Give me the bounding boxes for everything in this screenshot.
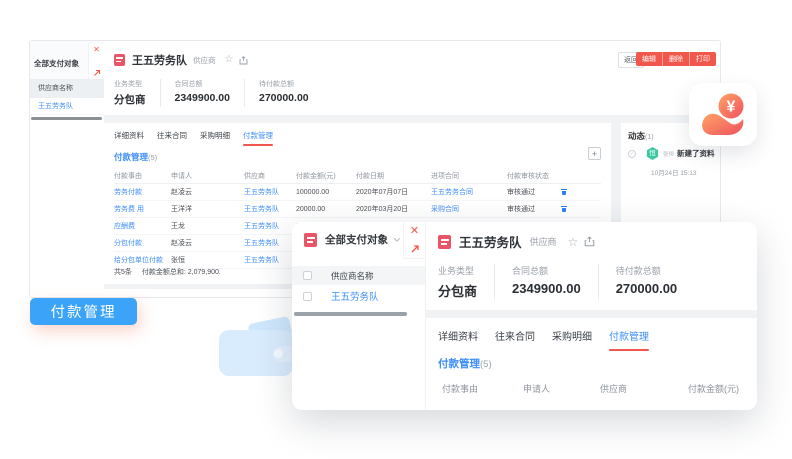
row-checkbox[interactable]: [303, 292, 312, 301]
stat-label: 业务类型: [114, 79, 146, 89]
document-icon: [438, 235, 451, 249]
wallet-illustration: [219, 320, 297, 378]
action-button-group: 编辑 删除 打印: [636, 52, 716, 66]
tab-payment[interactable]: 付款管理: [243, 130, 273, 146]
section-divider-band: [104, 115, 720, 123]
stat-label: 合同总额: [175, 79, 230, 89]
share-icon[interactable]: [239, 56, 248, 65]
stat-value: 2349900.00: [175, 92, 230, 104]
close-icon[interactable]: ✕: [410, 226, 419, 236]
share-icon[interactable]: [584, 236, 595, 247]
chevron-down-icon[interactable]: [393, 237, 401, 243]
stat-label: 待付款总额: [259, 79, 309, 89]
contract-link[interactable]: 王五劳务合同: [431, 187, 507, 197]
add-payment-button[interactable]: +: [588, 147, 601, 160]
stats-row: 业务类型 分包商 合同总额 2349900.00 待付款总额 270000.00: [111, 79, 323, 107]
table-header-row: 付款事由 申请人 供应商 付款金额(元) 付款日期 进项合同 付款审核状态: [114, 169, 601, 184]
popup-supplier-panel: 全部支付对象 ✕ 供应商名称 王五劳务队: [292, 222, 426, 410]
detail-tabs: 详细资料 往来合同 采购明细 付款管理: [438, 328, 649, 351]
star-icon[interactable]: ☆: [568, 237, 579, 247]
yen-hand-icon: ¥: [699, 93, 747, 137]
popup-supplier-row: 王五劳务队: [292, 285, 425, 307]
horizontal-scrollbar[interactable]: [294, 312, 407, 316]
table-row: 劳务费 用 王洋洋 王五劳务队 20000.00 2020年03月20日 采购合…: [114, 201, 601, 218]
activity-user: 张恒: [663, 150, 674, 158]
expand-icon[interactable]: [410, 244, 420, 254]
activity-title: 动态(1): [628, 130, 654, 142]
trash-icon[interactable]: [561, 189, 567, 196]
record-title: 王五劳务队: [459, 232, 522, 251]
wallet-clasp: [274, 349, 283, 358]
payment-reason-link[interactable]: 分包付款: [114, 238, 171, 248]
popup-window: 全部支付对象 ✕ 供应商名称 王五劳务队 王五劳务队 供应商: [292, 222, 757, 410]
close-icon[interactable]: ✕: [93, 46, 100, 54]
payment-reason-link[interactable]: 劳务付款: [114, 187, 171, 197]
detail-header: 王五劳务队 供应商 ☆ 返回 编辑 删除 打印 业务类型 分包商 合同总额 23…: [104, 41, 720, 115]
popup-panel-title[interactable]: 全部支付对象: [325, 232, 388, 247]
panel-window-controls: ✕: [88, 44, 104, 79]
star-icon[interactable]: ☆: [225, 55, 234, 65]
feature-label-badge: 付款管理: [30, 298, 137, 325]
payment-reason-link[interactable]: 给分包单位付款: [114, 255, 171, 265]
delete-button[interactable]: 删除: [662, 52, 689, 66]
supplier-link[interactable]: 王五劳务队: [244, 187, 296, 197]
supplier-list-panel: 全部支付对象 ✕ 供应商名称 王五劳务队: [30, 41, 105, 297]
activity-time: 10月24日 15:13: [651, 167, 697, 177]
svg-text:¥: ¥: [727, 98, 736, 115]
panel-title[interactable]: 全部支付对象: [34, 58, 79, 69]
supplier-link[interactable]: 王五劳务队: [244, 221, 296, 231]
payment-reason-link[interactable]: 应酬费: [114, 221, 171, 231]
popup-window-controls: ✕: [403, 222, 425, 259]
expand-icon[interactable]: [93, 69, 101, 77]
horizontal-scrollbar[interactable]: [31, 117, 102, 120]
section-title: 付款管理(5): [438, 356, 492, 371]
detail-tabs: 详细资料 往来合同 采购明细 付款管理: [114, 130, 273, 146]
popup-column-header-row: 供应商名称: [292, 266, 425, 285]
tab-details[interactable]: 详细资料: [114, 130, 144, 146]
record-subtitle: 供应商: [530, 235, 557, 248]
document-icon: [304, 233, 317, 247]
tab-details[interactable]: 详细资料: [438, 328, 478, 351]
record-subtitle: 供应商: [193, 55, 216, 66]
trash-icon[interactable]: [561, 206, 567, 213]
payment-reason-link[interactable]: 劳务费 用: [114, 204, 171, 214]
select-all-checkbox[interactable]: [303, 271, 312, 280]
popup-detail: 王五劳务队 供应商 ☆ 业务类型 分包商 合同总额 2349900.00 待付款…: [425, 222, 757, 410]
print-button[interactable]: 打印: [689, 52, 716, 66]
supplier-link[interactable]: 王五劳务队: [244, 204, 296, 214]
supplier-link[interactable]: 王五劳务队: [244, 255, 296, 265]
stat-value: 270000.00: [259, 92, 309, 104]
record-title: 王五劳务队: [132, 52, 187, 68]
payment-app-icon: ¥: [689, 83, 757, 146]
tab-contracts[interactable]: 往来合同: [495, 328, 535, 351]
popup-table-header: 付款事由 申请人 供应商 付款金额(元): [442, 382, 768, 395]
supplier-column-header: 供应商名称: [30, 79, 104, 98]
page: 全部支付对象 ✕ 供应商名称 王五劳务队 王五劳务队 供应商 ☆ 返回 编辑 删…: [0, 0, 792, 459]
section-title: 付款管理(5): [114, 151, 157, 163]
supplier-list-item[interactable]: 王五劳务队: [30, 98, 104, 115]
stat-value: 分包商: [114, 92, 146, 107]
tab-purchase[interactable]: 采购明细: [552, 328, 592, 351]
section-divider-band: [425, 310, 757, 318]
contract-link[interactable]: 采购合同: [431, 204, 507, 214]
check-circle-icon: ✓: [628, 150, 636, 158]
avatar: 恒: [646, 147, 659, 160]
tab-payment[interactable]: 付款管理: [609, 328, 649, 351]
supplier-link[interactable]: 王五劳务队: [331, 289, 379, 303]
activity-item: ✓ 恒 张恒 新建了资料: [628, 147, 715, 160]
stats-row: 业务类型 分包商 合同总额 2349900.00 待付款总额 270000.00: [435, 264, 694, 300]
table-footer: 共5条付款金额总和: 2,079,900.: [114, 267, 231, 277]
supplier-link[interactable]: 王五劳务队: [244, 238, 296, 248]
tab-contracts[interactable]: 往来合同: [157, 130, 187, 146]
table-row: 劳务付款 赵凌云 王五劳务队 100000.00 2020年07月07日 王五劳…: [114, 184, 601, 201]
edit-button[interactable]: 编辑: [636, 52, 662, 66]
activity-action: 新建了资料: [677, 148, 715, 159]
document-icon: [114, 54, 125, 66]
tab-purchase[interactable]: 采购明细: [200, 130, 230, 146]
